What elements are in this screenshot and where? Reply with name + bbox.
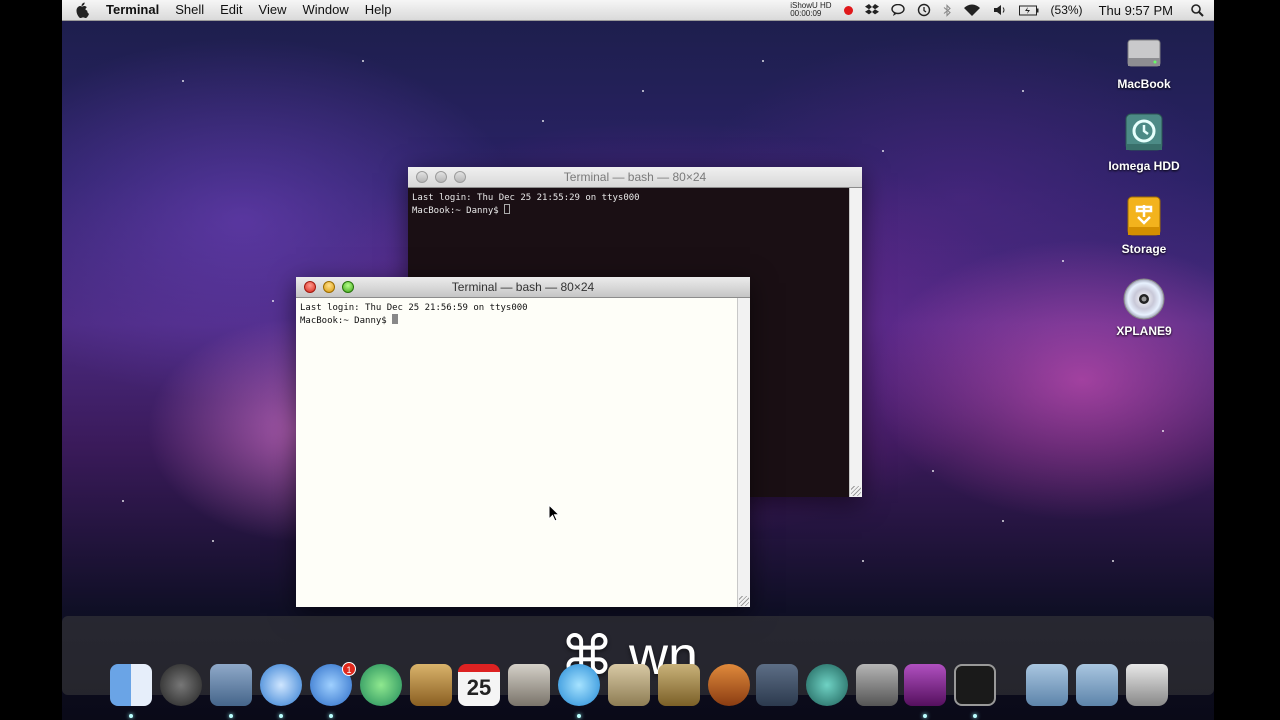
ichat-icon[interactable]: 1 [310, 662, 356, 718]
close-button[interactable] [304, 281, 316, 293]
firewire-drive-icon [1122, 195, 1166, 239]
battery-icon[interactable] [1018, 5, 1039, 16]
menu-view[interactable]: View [251, 0, 295, 20]
resize-grip[interactable] [851, 486, 861, 496]
documents-stack-icon[interactable] [1026, 664, 1068, 706]
wifi-icon[interactable] [963, 4, 981, 17]
desktop-icon-iomega-hdd[interactable]: Iomega HDD [1099, 112, 1189, 173]
downloads-stack-icon[interactable] [1076, 664, 1118, 706]
dock: 1 25 [62, 660, 1214, 720]
finder-icon[interactable] [110, 664, 152, 718]
window-titlebar[interactable]: Terminal — bash — 80×24 [296, 277, 750, 298]
terminal-prompt: MacBook:~ Danny$ [412, 206, 505, 216]
spotlight-icon[interactable] [1191, 3, 1204, 17]
ical-date: 25 [466, 675, 492, 700]
menu-shell[interactable]: Shell [167, 0, 212, 20]
resize-grip[interactable] [739, 596, 749, 606]
desktop-icon-label: Iomega HDD [1108, 159, 1180, 173]
window-controls [416, 171, 466, 183]
close-button[interactable] [416, 171, 428, 183]
itunes-icon[interactable] [558, 664, 600, 718]
window-title: Terminal — bash — 80×24 [563, 170, 707, 184]
menu-window[interactable]: Window [295, 0, 357, 20]
desktop-icon-storage[interactable]: Storage [1099, 195, 1189, 256]
address-book-icon[interactable] [360, 664, 402, 706]
clock[interactable]: Thu 9:57 PM [1099, 3, 1173, 18]
text-cursor [504, 204, 511, 214]
terminal-prompt: MacBook:~ Danny$ [300, 316, 393, 326]
desktop-icon-label: Storage [1121, 242, 1167, 256]
time-machine-menu-icon[interactable] [917, 3, 931, 17]
terminal-window-front[interactable]: Terminal — bash — 80×24 Last login: Thu … [296, 277, 750, 607]
minimize-button[interactable] [435, 171, 447, 183]
system-preferences-icon[interactable] [856, 664, 898, 706]
minimize-button[interactable] [323, 281, 335, 293]
iphoto-icon[interactable] [508, 664, 550, 706]
notification-badge: 1 [342, 662, 356, 676]
battery-percent: (53%) [1050, 3, 1083, 17]
time-machine-icon[interactable] [806, 664, 848, 706]
apple-menu-icon[interactable] [76, 2, 90, 18]
text-cursor [392, 314, 399, 324]
terminal-line: Last login: Thu Dec 25 21:56:59 on ttys0… [300, 303, 528, 313]
window-titlebar[interactable]: Terminal — bash — 80×24 [408, 167, 862, 188]
dashboard-icon[interactable] [160, 664, 202, 706]
desktop-icon-label: MacBook [1117, 77, 1171, 91]
desktop-icon-label: XPLANE9 [1116, 324, 1172, 338]
dropbox-icon[interactable] [864, 4, 879, 16]
xcode-icon[interactable] [658, 664, 700, 706]
record-icon[interactable] [843, 5, 853, 15]
terminal-content[interactable]: Last login: Thu Dec 25 21:56:59 on ttys0… [296, 298, 750, 607]
ishowu-timer: 00:00:09 [790, 9, 822, 18]
zoom-button[interactable] [454, 171, 466, 183]
menu-edit[interactable]: Edit [212, 0, 250, 20]
menu-app-terminal[interactable]: Terminal [98, 0, 167, 20]
ishowu-status[interactable]: iShowU HD 00:00:09 [790, 2, 831, 18]
menu-extras: iShowU HD 00:00:09 (53%) Thu 9:57 PM [784, 0, 1214, 20]
volume-icon[interactable] [993, 4, 1007, 16]
notes-icon[interactable] [410, 664, 452, 706]
safari-icon[interactable] [260, 664, 302, 718]
desktop-icon-macbook[interactable]: MacBook [1099, 30, 1189, 91]
mail-icon[interactable] [210, 664, 252, 718]
chat-status-icon[interactable] [890, 4, 905, 16]
desktop-icon-xplane9[interactable]: XPLANE9 [1099, 277, 1189, 338]
menu-bar: Terminal Shell Edit View Window Help iSh… [62, 0, 1214, 21]
ical-icon[interactable]: 25 [458, 664, 500, 706]
terminal-line: Last login: Thu Dec 25 21:55:29 on ttys0… [412, 193, 640, 203]
time-machine-drive-icon [1122, 112, 1166, 156]
scrollbar[interactable] [737, 298, 750, 607]
bluetooth-icon[interactable] [943, 3, 951, 17]
window-controls [304, 281, 354, 293]
preview-icon[interactable] [608, 664, 650, 706]
ishowu-icon[interactable] [904, 664, 946, 718]
garageband-icon[interactable] [708, 664, 750, 706]
menu-help[interactable]: Help [357, 0, 400, 20]
desktop: Terminal Shell Edit View Window Help iSh… [62, 0, 1214, 720]
zoom-button[interactable] [342, 281, 354, 293]
terminal-icon[interactable] [954, 664, 996, 718]
scrollbar[interactable] [849, 188, 862, 497]
trash-icon[interactable] [1126, 664, 1168, 706]
mouse-pointer-icon [548, 504, 560, 522]
spaces-icon[interactable] [756, 664, 798, 706]
window-title: Terminal — bash — 80×24 [451, 280, 595, 294]
hard-drive-icon [1122, 30, 1166, 74]
dvd-icon [1122, 277, 1166, 321]
